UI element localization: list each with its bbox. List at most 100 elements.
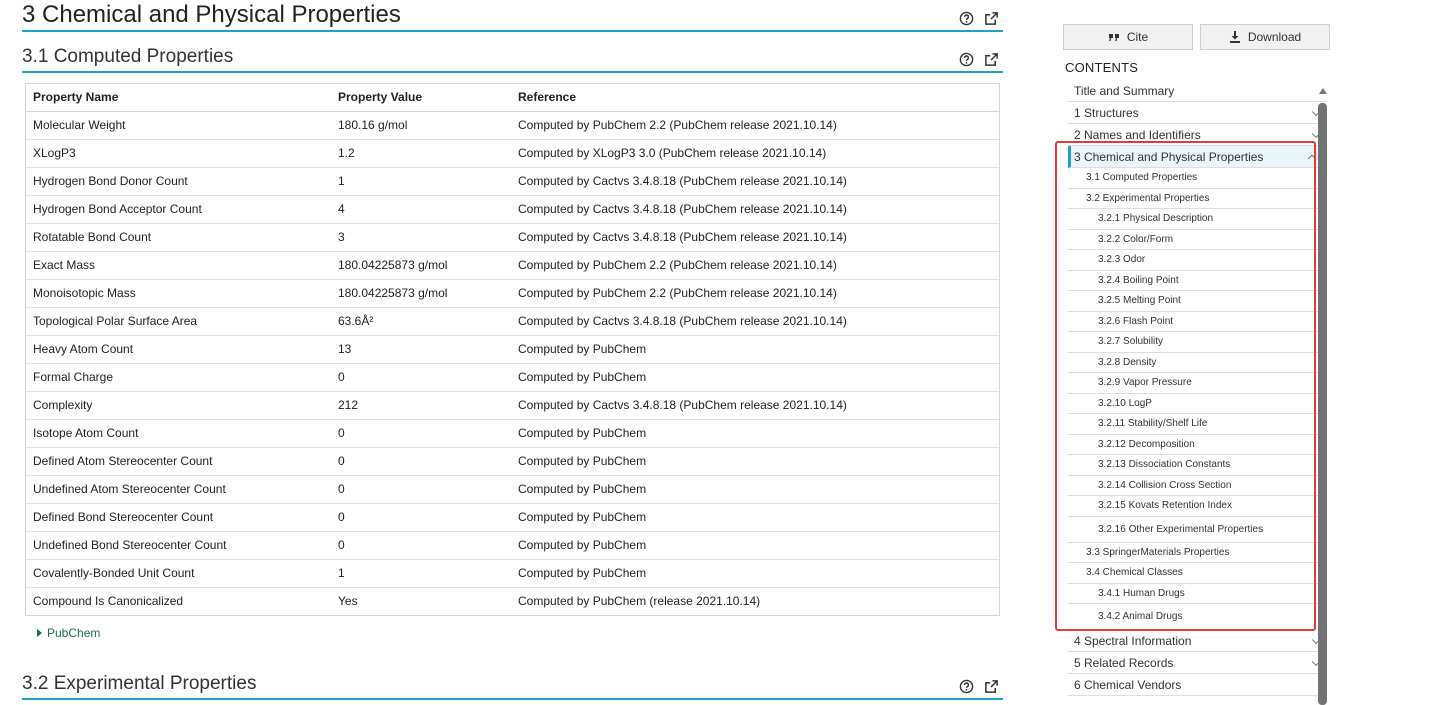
help-icon[interactable] xyxy=(959,679,974,694)
scroll-up-arrow-icon[interactable] xyxy=(1319,88,1327,94)
download-button[interactable]: Download xyxy=(1200,24,1330,50)
toc-item-label: 3.3 SpringerMaterials Properties xyxy=(1086,546,1230,558)
column-header: Property Value xyxy=(331,84,511,112)
table-row: Monoisotopic Mass 180.04225873 g/mol Compu… xyxy=(26,278,999,307)
toc-item-label: 3.4.2 Animal Drugs xyxy=(1098,611,1183,622)
table-row: Compound Is Canonicalized Yes Computed by … xyxy=(26,586,999,615)
help-icon[interactable] xyxy=(959,52,974,67)
toc-item[interactable]: 1 Structures xyxy=(1068,102,1327,124)
table-row: Topological Polar Surface Area 63.6Å² Comp… xyxy=(26,306,999,335)
contents-title: CONTENTS xyxy=(1065,60,1139,75)
toc-item-label: 3.4 Chemical Classes xyxy=(1086,567,1183,579)
toc-item[interactable]: 3.2.4 Boiling Point xyxy=(1068,271,1323,291)
property-value-cell: 0 xyxy=(331,474,511,503)
toc-item-label: 3.2.9 Vapor Pressure xyxy=(1098,377,1192,389)
property-name-cell: Covalently-Bonded Unit Count xyxy=(26,558,331,587)
property-value-cell: 4 xyxy=(331,194,511,223)
external-link-icon[interactable] xyxy=(984,52,999,67)
toc-item[interactable]: 3.2.15 Kovats Retention Index xyxy=(1068,496,1323,517)
experimental-properties-title: 3.2 Experimental Properties xyxy=(22,673,257,694)
toc-item[interactable]: 3.4.2 Animal Drugs xyxy=(1068,604,1323,630)
table-row: Exact Mass 180.04225873 g/mol Computed by … xyxy=(26,250,999,279)
toc-item-label: 2 Names and Identifiers xyxy=(1074,127,1201,142)
property-value-cell: 180.16 g/mol xyxy=(331,110,511,139)
toc-item[interactable]: Title and Summary xyxy=(1068,80,1327,102)
toc-item[interactable]: 3.2.5 Melting Point xyxy=(1068,291,1323,312)
computed-properties-title: 3.1 Computed Properties xyxy=(22,46,234,67)
property-value-cell: 0 xyxy=(331,502,511,531)
scrollbar-thumb[interactable] xyxy=(1318,103,1327,705)
toc-item[interactable]: 3.2.14 Collision Cross Section xyxy=(1068,476,1323,496)
toc-item-label: 3.2.1 Physical Description xyxy=(1098,213,1214,225)
property-value-cell: 0 xyxy=(331,446,511,475)
toc-item-label: 3.4.1 Human Drugs xyxy=(1098,587,1185,599)
toc-item[interactable]: 3 Chemical and Physical Properties xyxy=(1068,146,1323,168)
download-label: Download xyxy=(1247,30,1302,44)
pubchem-source-link[interactable]: PubChem xyxy=(37,626,1003,640)
toc-item[interactable]: 3.2.9 Vapor Pressure xyxy=(1068,373,1323,394)
toc-item-label: 3.2.4 Boiling Point xyxy=(1098,274,1179,286)
reference-cell: Computed by PubChem xyxy=(511,474,999,503)
table-header-row: Property Name Property Value Reference xyxy=(26,84,999,112)
table-row: XLogP3 1.2 Computed by XLogP3 3.0 (PubChem… xyxy=(26,138,999,167)
toc-item[interactable]: 3.4 Chemical Classes xyxy=(1068,563,1323,584)
toc-item-label: 3.1 Computed Properties xyxy=(1086,172,1198,184)
toc-item[interactable]: 3.4.1 Human Drugs xyxy=(1068,584,1323,604)
toc-item[interactable]: 3.1 Computed Properties xyxy=(1068,168,1323,189)
toc-item-label: 3.2.5 Melting Point xyxy=(1098,295,1181,307)
toc-item-label: 3.2.8 Density xyxy=(1098,356,1157,368)
toc-item[interactable]: 3.2.1 Physical Description xyxy=(1068,209,1323,230)
help-icon[interactable] xyxy=(959,11,974,26)
toc-item[interactable]: 3.2.6 Flash Point xyxy=(1068,312,1323,332)
toc-item-label: 3.2.10 LogP xyxy=(1098,397,1152,409)
property-name-cell: Hydrogen Bond Acceptor Count xyxy=(26,194,331,223)
toc-item-label: 3.2.11 Stability/Shelf Life xyxy=(1098,418,1208,430)
chevron-up-icon[interactable] xyxy=(1307,154,1317,163)
property-value-cell: 1 xyxy=(331,166,511,195)
external-link-icon[interactable] xyxy=(984,11,999,26)
external-link-icon[interactable] xyxy=(984,679,999,694)
reference-cell: Computed by XLogP3 3.0 (PubChem release … xyxy=(511,138,999,167)
table-row: Isotope Atom Count 0 Computed by PubChem xyxy=(26,418,999,447)
toc-item[interactable]: 3.2.2 Color/Form xyxy=(1068,230,1323,250)
property-value-cell: 180.04225873 g/mol xyxy=(331,278,511,307)
cite-button[interactable]: Cite xyxy=(1063,24,1193,50)
toc-item[interactable]: 3.2.11 Stability/Shelf Life xyxy=(1068,414,1323,435)
toc-item[interactable]: 2 Names and Identifiers xyxy=(1068,124,1327,146)
toc-item-label: 3.2.6 Flash Point xyxy=(1098,315,1174,327)
property-name-cell: Undefined Bond Stereocenter Count xyxy=(26,530,331,559)
toc-item[interactable]: 3.2 Experimental Properties xyxy=(1068,189,1323,209)
toc-item[interactable]: 3.2.10 LogP xyxy=(1068,394,1323,414)
toc-item-label: 3.2.12 Decomposition xyxy=(1098,438,1195,450)
toc-item[interactable]: 3.2.3 Odor xyxy=(1068,250,1323,271)
reference-cell: Computed by Cactvs 3.4.8.18 (PubChem rel… xyxy=(511,390,999,419)
toc-item-label: 4 Spectral Information xyxy=(1074,633,1192,648)
toc-item[interactable]: 3.2.8 Density xyxy=(1068,353,1323,373)
toc-item[interactable]: 6 Chemical Vendors xyxy=(1068,674,1327,696)
section-header: 3 Chemical and Physical Properties xyxy=(22,0,1003,32)
reference-cell: Computed by PubChem xyxy=(511,362,999,391)
property-value-cell: 1.2 xyxy=(331,138,511,167)
toc-item[interactable]: 5 Related Records xyxy=(1068,652,1327,674)
toc-item[interactable]: 4 Spectral Information xyxy=(1068,630,1327,652)
toc-item[interactable]: 3.2.7 Solubility xyxy=(1068,332,1323,353)
computed-properties-header: 3.1 Computed Properties xyxy=(22,45,1003,73)
experimental-properties-header: 3.2 Experimental Properties xyxy=(22,672,1003,700)
property-name-cell: Formal Charge xyxy=(26,362,331,391)
table-row: Molecular Weight 180.16 g/mol Computed by … xyxy=(26,110,999,139)
toc-item[interactable]: 3.3 SpringerMaterials Properties xyxy=(1068,543,1323,563)
table-row: Rotatable Bond Count 3 Computed by Cactvs … xyxy=(26,222,999,251)
quote-icon xyxy=(1108,34,1119,41)
sidebar-scrollbar[interactable] xyxy=(1318,88,1327,705)
reference-cell: Computed by PubChem xyxy=(511,530,999,559)
toc-item[interactable]: 3.2.16 Other Experimental Properties xyxy=(1068,517,1323,543)
reference-cell: Computed by PubChem (release 2021.10.14) xyxy=(511,586,999,615)
computed-properties-table: Property Name Property Value Reference M… xyxy=(25,83,1000,616)
toc-item-label: 3.2.3 Odor xyxy=(1098,254,1146,266)
toc-item[interactable]: 3.2.12 Decomposition xyxy=(1068,435,1323,455)
table-row: Hydrogen Bond Acceptor Count 4 Computed by… xyxy=(26,194,999,223)
table-row: Complexity 212 Computed by Cactvs 3.4.8.18… xyxy=(26,390,999,419)
section-title: 3 Chemical and Physical Properties xyxy=(22,1,401,28)
toc-item[interactable]: 3.2.13 Dissociation Constants xyxy=(1068,455,1323,476)
table-row: Formal Charge 0 Computed by PubChem xyxy=(26,362,999,391)
